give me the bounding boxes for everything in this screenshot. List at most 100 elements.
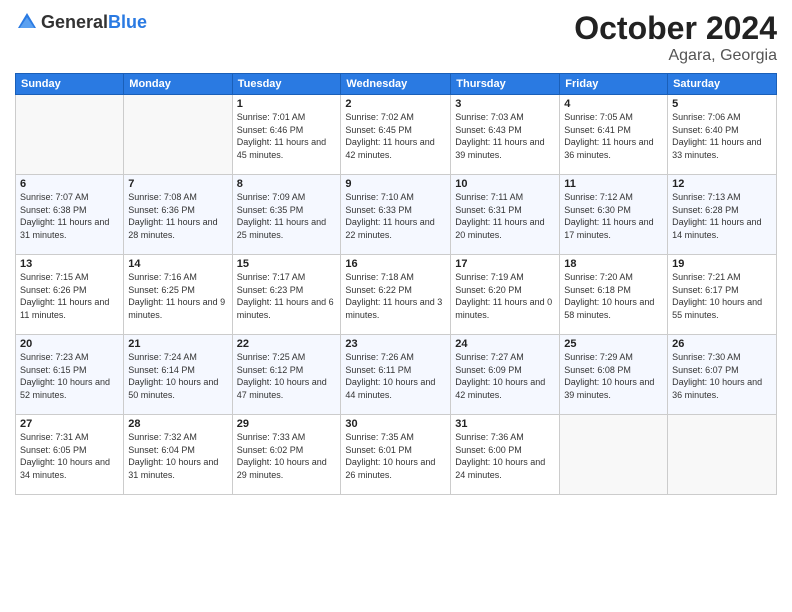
day-info: Sunrise: 7:29 AM Sunset: 6:08 PM Dayligh… — [564, 351, 663, 401]
title-block: October 2024 Agara, Georgia — [574, 10, 777, 65]
table-row — [560, 415, 668, 495]
logo-text: GeneralBlue — [41, 12, 147, 33]
day-number: 19 — [672, 258, 772, 270]
day-info: Sunrise: 7:36 AM Sunset: 6:00 PM Dayligh… — [455, 431, 555, 481]
day-number: 22 — [237, 338, 337, 350]
table-row: 8Sunrise: 7:09 AM Sunset: 6:35 PM Daylig… — [232, 175, 341, 255]
table-row: 30Sunrise: 7:35 AM Sunset: 6:01 PM Dayli… — [341, 415, 451, 495]
table-row: 12Sunrise: 7:13 AM Sunset: 6:28 PM Dayli… — [668, 175, 777, 255]
calendar-week-row: 6Sunrise: 7:07 AM Sunset: 6:38 PM Daylig… — [16, 175, 777, 255]
calendar-week-row: 1Sunrise: 7:01 AM Sunset: 6:46 PM Daylig… — [16, 95, 777, 175]
day-info: Sunrise: 7:21 AM Sunset: 6:17 PM Dayligh… — [672, 271, 772, 321]
table-row — [16, 95, 124, 175]
table-row: 31Sunrise: 7:36 AM Sunset: 6:00 PM Dayli… — [451, 415, 560, 495]
table-row: 7Sunrise: 7:08 AM Sunset: 6:36 PM Daylig… — [124, 175, 232, 255]
table-row: 28Sunrise: 7:32 AM Sunset: 6:04 PM Dayli… — [124, 415, 232, 495]
day-number: 23 — [345, 338, 446, 350]
day-number: 7 — [128, 178, 227, 190]
day-info: Sunrise: 7:24 AM Sunset: 6:14 PM Dayligh… — [128, 351, 227, 401]
day-number: 15 — [237, 258, 337, 270]
day-number: 5 — [672, 98, 772, 110]
day-info: Sunrise: 7:25 AM Sunset: 6:12 PM Dayligh… — [237, 351, 337, 401]
day-info: Sunrise: 7:05 AM Sunset: 6:41 PM Dayligh… — [564, 111, 663, 161]
table-row — [124, 95, 232, 175]
table-row: 23Sunrise: 7:26 AM Sunset: 6:11 PM Dayli… — [341, 335, 451, 415]
calendar-week-row: 20Sunrise: 7:23 AM Sunset: 6:15 PM Dayli… — [16, 335, 777, 415]
header-saturday: Saturday — [668, 74, 777, 95]
day-number: 1 — [237, 98, 337, 110]
day-info: Sunrise: 7:32 AM Sunset: 6:04 PM Dayligh… — [128, 431, 227, 481]
table-row: 9Sunrise: 7:10 AM Sunset: 6:33 PM Daylig… — [341, 175, 451, 255]
day-number: 26 — [672, 338, 772, 350]
day-number: 3 — [455, 98, 555, 110]
table-row: 4Sunrise: 7:05 AM Sunset: 6:41 PM Daylig… — [560, 95, 668, 175]
header-sunday: Sunday — [16, 74, 124, 95]
header-thursday: Thursday — [451, 74, 560, 95]
month-title: October 2024 — [574, 10, 777, 47]
table-row: 26Sunrise: 7:30 AM Sunset: 6:07 PM Dayli… — [668, 335, 777, 415]
day-info: Sunrise: 7:03 AM Sunset: 6:43 PM Dayligh… — [455, 111, 555, 161]
day-info: Sunrise: 7:01 AM Sunset: 6:46 PM Dayligh… — [237, 111, 337, 161]
calendar-table: Sunday Monday Tuesday Wednesday Thursday… — [15, 73, 777, 495]
table-row: 5Sunrise: 7:06 AM Sunset: 6:40 PM Daylig… — [668, 95, 777, 175]
table-row: 20Sunrise: 7:23 AM Sunset: 6:15 PM Dayli… — [16, 335, 124, 415]
day-number: 16 — [345, 258, 446, 270]
day-info: Sunrise: 7:27 AM Sunset: 6:09 PM Dayligh… — [455, 351, 555, 401]
page: GeneralBlue October 2024 Agara, Georgia … — [0, 0, 792, 612]
day-number: 13 — [20, 258, 119, 270]
day-info: Sunrise: 7:16 AM Sunset: 6:25 PM Dayligh… — [128, 271, 227, 321]
day-info: Sunrise: 7:07 AM Sunset: 6:38 PM Dayligh… — [20, 191, 119, 241]
day-number: 20 — [20, 338, 119, 350]
calendar-week-row: 27Sunrise: 7:31 AM Sunset: 6:05 PM Dayli… — [16, 415, 777, 495]
day-info: Sunrise: 7:12 AM Sunset: 6:30 PM Dayligh… — [564, 191, 663, 241]
day-info: Sunrise: 7:17 AM Sunset: 6:23 PM Dayligh… — [237, 271, 337, 321]
day-number: 17 — [455, 258, 555, 270]
logo-general: General — [41, 12, 108, 32]
day-number: 25 — [564, 338, 663, 350]
table-row: 3Sunrise: 7:03 AM Sunset: 6:43 PM Daylig… — [451, 95, 560, 175]
day-number: 18 — [564, 258, 663, 270]
table-row: 6Sunrise: 7:07 AM Sunset: 6:38 PM Daylig… — [16, 175, 124, 255]
day-number: 31 — [455, 418, 555, 430]
table-row: 27Sunrise: 7:31 AM Sunset: 6:05 PM Dayli… — [16, 415, 124, 495]
table-row: 22Sunrise: 7:25 AM Sunset: 6:12 PM Dayli… — [232, 335, 341, 415]
day-number: 21 — [128, 338, 227, 350]
table-row: 18Sunrise: 7:20 AM Sunset: 6:18 PM Dayli… — [560, 255, 668, 335]
logo-blue: Blue — [108, 12, 147, 32]
day-number: 14 — [128, 258, 227, 270]
table-row: 1Sunrise: 7:01 AM Sunset: 6:46 PM Daylig… — [232, 95, 341, 175]
day-number: 8 — [237, 178, 337, 190]
table-row — [668, 415, 777, 495]
day-info: Sunrise: 7:18 AM Sunset: 6:22 PM Dayligh… — [345, 271, 446, 321]
table-row: 14Sunrise: 7:16 AM Sunset: 6:25 PM Dayli… — [124, 255, 232, 335]
day-info: Sunrise: 7:02 AM Sunset: 6:45 PM Dayligh… — [345, 111, 446, 161]
day-info: Sunrise: 7:26 AM Sunset: 6:11 PM Dayligh… — [345, 351, 446, 401]
day-info: Sunrise: 7:13 AM Sunset: 6:28 PM Dayligh… — [672, 191, 772, 241]
day-info: Sunrise: 7:08 AM Sunset: 6:36 PM Dayligh… — [128, 191, 227, 241]
day-number: 24 — [455, 338, 555, 350]
day-info: Sunrise: 7:19 AM Sunset: 6:20 PM Dayligh… — [455, 271, 555, 321]
table-row: 24Sunrise: 7:27 AM Sunset: 6:09 PM Dayli… — [451, 335, 560, 415]
header-wednesday: Wednesday — [341, 74, 451, 95]
day-info: Sunrise: 7:30 AM Sunset: 6:07 PM Dayligh… — [672, 351, 772, 401]
table-row: 29Sunrise: 7:33 AM Sunset: 6:02 PM Dayli… — [232, 415, 341, 495]
day-info: Sunrise: 7:31 AM Sunset: 6:05 PM Dayligh… — [20, 431, 119, 481]
day-number: 11 — [564, 178, 663, 190]
day-info: Sunrise: 7:35 AM Sunset: 6:01 PM Dayligh… — [345, 431, 446, 481]
calendar-week-row: 13Sunrise: 7:15 AM Sunset: 6:26 PM Dayli… — [16, 255, 777, 335]
day-number: 2 — [345, 98, 446, 110]
table-row: 10Sunrise: 7:11 AM Sunset: 6:31 PM Dayli… — [451, 175, 560, 255]
table-row: 17Sunrise: 7:19 AM Sunset: 6:20 PM Dayli… — [451, 255, 560, 335]
logo: GeneralBlue — [15, 10, 147, 34]
header-monday: Monday — [124, 74, 232, 95]
day-number: 30 — [345, 418, 446, 430]
day-number: 12 — [672, 178, 772, 190]
day-info: Sunrise: 7:23 AM Sunset: 6:15 PM Dayligh… — [20, 351, 119, 401]
day-number: 4 — [564, 98, 663, 110]
table-row: 16Sunrise: 7:18 AM Sunset: 6:22 PM Dayli… — [341, 255, 451, 335]
day-number: 6 — [20, 178, 119, 190]
table-row: 2Sunrise: 7:02 AM Sunset: 6:45 PM Daylig… — [341, 95, 451, 175]
table-row: 21Sunrise: 7:24 AM Sunset: 6:14 PM Dayli… — [124, 335, 232, 415]
day-info: Sunrise: 7:11 AM Sunset: 6:31 PM Dayligh… — [455, 191, 555, 241]
weekday-header-row: Sunday Monday Tuesday Wednesday Thursday… — [16, 74, 777, 95]
